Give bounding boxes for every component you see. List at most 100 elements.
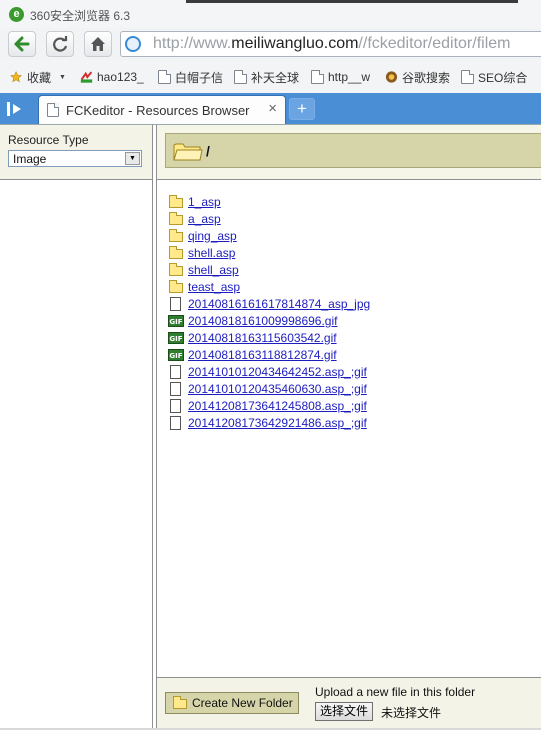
close-tab-icon[interactable]: × [268, 101, 277, 117]
list-item[interactable]: 20140816161617814874_asp_jpg [157, 295, 541, 312]
bookmark-label: 补天全球 [251, 70, 300, 85]
resource-type-panel: Resource Type Image ▼ [0, 125, 153, 180]
folder-icon [168, 279, 184, 294]
list-item[interactable]: GIF 20140818163115603542.gif [157, 329, 541, 346]
back-arrow-icon [14, 36, 30, 52]
create-new-folder-label: Create New Folder [192, 696, 293, 710]
page-icon [234, 70, 247, 84]
list-item[interactable]: shell_asp [157, 261, 541, 278]
list-item[interactable]: 20141010120435460630.asp_;gif [157, 380, 541, 397]
file-link[interactable]: 1_asp [188, 195, 221, 209]
bookmark-favorites[interactable]: 收藏 ▼ [10, 68, 66, 86]
page-icon [461, 70, 474, 84]
bookmarks-bar: 收藏 ▼ hao123_ 白帽子信 补天全球 http__w 谷歌搜索 SEO综… [0, 60, 541, 93]
back-button[interactable] [8, 31, 36, 57]
star-add-icon [10, 71, 22, 83]
folder-tree-panel [0, 180, 153, 729]
file-link[interactable]: 20141010120434642452.asp_;gif [188, 365, 367, 379]
list-item[interactable]: 20141208173642921486.asp_;gif [157, 414, 541, 431]
bookmark-label: SEO综合 [478, 70, 528, 85]
gif-file-icon: GIF [168, 314, 184, 328]
file-icon [168, 415, 184, 430]
file-icon [168, 296, 184, 311]
refresh-icon [53, 36, 68, 52]
home-icon [91, 37, 105, 51]
refresh-button[interactable] [46, 31, 74, 57]
tab-resources-browser[interactable]: FCKeditor - Resources Browser × [38, 95, 286, 124]
bookmark-seo[interactable]: SEO综合 [461, 68, 527, 86]
page-icon [311, 70, 324, 84]
folder-open-icon [173, 143, 203, 161]
bookmark-label: hao123_ [97, 70, 144, 84]
bookmark-google-search[interactable]: 谷歌搜索 [385, 68, 450, 86]
file-link[interactable]: 20141208173641245808.asp_;gif [188, 399, 367, 413]
favorites-dropdown-icon[interactable]: ▼ [59, 74, 66, 81]
bookmark-label: 谷歌搜索 [402, 70, 451, 85]
folder-icon [168, 245, 184, 260]
resource-browser: Resource Type Image ▼ / 1_asp a_asp qing… [0, 124, 541, 729]
file-link[interactable]: teast_asp [188, 280, 240, 294]
page-icon [158, 70, 171, 84]
sidebar-toggle-icon[interactable] [6, 100, 26, 118]
file-link[interactable]: shell_asp [188, 263, 239, 277]
gif-file-icon: GIF [168, 348, 184, 362]
upload-label: Upload a new file in this folder [315, 685, 476, 699]
tab-bar: FCKeditor - Resources Browser × + [0, 93, 541, 124]
resource-type-select[interactable]: Image ▼ [8, 150, 142, 167]
address-url: http://www.meiliwangluo.com//fckeditor/e… [153, 35, 511, 52]
navigation-bar: http://www.meiliwangluo.com//fckeditor/e… [0, 28, 541, 60]
address-bar[interactable]: http://www.meiliwangluo.com//fckeditor/e… [120, 31, 541, 57]
list-item[interactable]: 20141208173641245808.asp_;gif [157, 397, 541, 414]
folder-icon [168, 262, 184, 277]
folder-icon [168, 194, 184, 209]
folder-icon [168, 211, 184, 226]
file-link[interactable]: 20140818163118812874.gif [188, 348, 337, 362]
folder-icon [168, 228, 184, 243]
file-link[interactable]: 20140816161617814874_asp_jpg [188, 297, 370, 311]
list-item[interactable]: GIF 20140818161009998696.gif [157, 312, 541, 329]
bookmark-hao123[interactable]: hao123_ [80, 68, 144, 86]
create-new-folder-button[interactable]: Create New Folder [165, 692, 299, 714]
window-title-bar: e 360安全浏览器 6.3 [0, 0, 541, 28]
bookmark-label: http__w [328, 70, 371, 84]
list-item[interactable]: 20141010120434642452.asp_;gif [157, 363, 541, 380]
file-icon [168, 398, 184, 413]
list-item[interactable]: teast_asp [157, 278, 541, 295]
list-item[interactable]: 1_asp [157, 193, 541, 210]
file-link[interactable]: 20141208173642921486.asp_;gif [188, 416, 367, 430]
file-icon [168, 364, 184, 379]
file-link[interactable]: 20141010120435460630.asp_;gif [188, 382, 367, 396]
file-link[interactable]: qing_asp [188, 229, 237, 243]
no-file-chosen-text: 未选择文件 [381, 706, 442, 720]
file-link[interactable]: 20140818163115603542.gif [188, 331, 337, 345]
file-icon [168, 381, 184, 396]
actions-bar: Create New Folder Upload a new file in t… [156, 677, 541, 729]
list-item[interactable]: GIF 20140818163118812874.gif [157, 346, 541, 363]
resource-type-value: Image [13, 152, 47, 166]
title-bar-strip [186, 0, 518, 3]
list-item[interactable]: qing_asp [157, 227, 541, 244]
bookmark-baimaozi[interactable]: 白帽子信 [158, 68, 223, 86]
choose-file-button[interactable]: 选择文件 [315, 702, 374, 721]
page-icon [47, 103, 59, 117]
home-button[interactable] [84, 31, 112, 57]
list-item[interactable]: shell.asp [157, 244, 541, 261]
file-link[interactable]: 20140818161009998696.gif [188, 314, 337, 328]
file-list: 1_asp a_asp qing_asp shell.asp shell_asp… [156, 180, 541, 677]
new-tab-button[interactable]: + [289, 98, 315, 120]
bookmark-label: 收藏 [27, 70, 52, 85]
bookmark-http[interactable]: http__w [311, 68, 370, 86]
current-folder-box: / [165, 133, 541, 168]
site-security-icon [125, 36, 141, 52]
chevron-down-icon: ▼ [125, 152, 140, 165]
current-folder-header: / [156, 125, 541, 180]
file-link[interactable]: shell.asp [188, 246, 235, 260]
google-icon [385, 71, 398, 83]
bookmark-butian[interactable]: 补天全球 [234, 68, 299, 86]
bookmark-label: 白帽子信 [175, 70, 224, 85]
window-title: 360安全浏览器 6.3 [30, 9, 131, 23]
file-link[interactable]: a_asp [188, 212, 221, 226]
resource-type-label: Resource Type [8, 133, 89, 147]
gif-file-icon: GIF [168, 331, 184, 345]
list-item[interactable]: a_asp [157, 210, 541, 227]
